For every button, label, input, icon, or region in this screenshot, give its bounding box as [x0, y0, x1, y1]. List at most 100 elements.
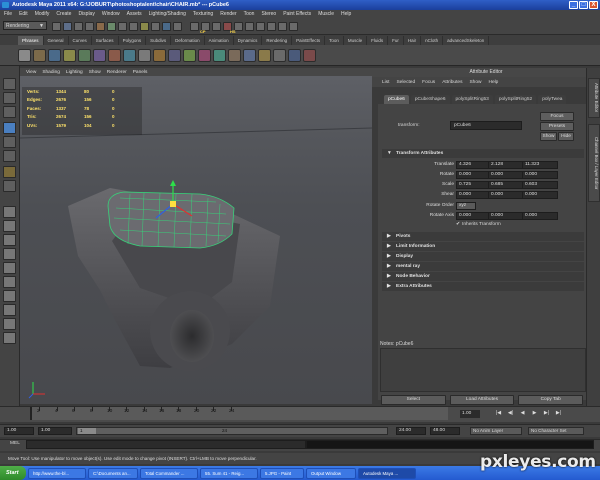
attr-field-translate-y[interactable]: 2.128 — [488, 161, 524, 169]
taskbar-item[interactable]: Output Window — [306, 467, 356, 479]
ae-menu-list[interactable]: List — [382, 80, 389, 85]
ae-tab-pcubeshape6[interactable]: pCubeShape6 — [410, 94, 450, 104]
select-button[interactable]: Select — [381, 395, 446, 405]
lasso-tool-icon[interactable] — [3, 92, 16, 104]
menu-item-toon[interactable]: Toon — [244, 11, 255, 17]
ae-menu-focus[interactable]: Focus — [422, 80, 435, 85]
shelf-tab-hair[interactable]: Hair — [404, 35, 422, 45]
menu-item-help[interactable]: Help — [341, 11, 351, 17]
status-icon[interactable] — [267, 22, 276, 31]
menu-item-file[interactable]: File — [4, 11, 12, 17]
section-mental-ray[interactable]: ▶ mental ray — [382, 262, 584, 271]
taskbar-item[interactable]: 55. Sum 41 - Reig... — [200, 467, 258, 479]
shelf-tool-icon[interactable] — [168, 48, 181, 62]
menu-item-assets[interactable]: Assets — [127, 11, 142, 17]
shelf-tool-icon[interactable] — [78, 48, 91, 62]
scale-tool-icon[interactable] — [3, 150, 16, 162]
shelf-tab-polygons[interactable]: Polygons — [119, 35, 147, 45]
layout-two-icon[interactable] — [3, 276, 16, 288]
shelf-tool-icon[interactable] — [153, 48, 166, 62]
shelf-tab-dynamics[interactable]: Dynamics — [234, 35, 263, 45]
layout-graph-icon[interactable] — [3, 332, 16, 344]
shelf-tool-icon[interactable] — [213, 48, 226, 62]
end-time-field[interactable]: 48.00 — [430, 427, 460, 435]
rotate-axis-field-y[interactable]: 0.000 — [488, 212, 524, 220]
shelf-tab-deformation[interactable]: Deformation — [171, 35, 205, 45]
status-icon[interactable] — [278, 22, 287, 31]
viewport-menu-lighting[interactable]: Lighting — [66, 70, 83, 75]
ae-tab-polysplitring52[interactable]: polySplitRing52 — [494, 94, 537, 104]
ae-menu-selected[interactable]: Selected — [396, 80, 415, 85]
shelf-tool-icon[interactable] — [123, 48, 136, 62]
status-icon[interactable] — [52, 22, 61, 31]
copy-tab-button[interactable]: Copy Tab — [518, 395, 584, 405]
shelf-tab-fur[interactable]: Fur — [388, 35, 404, 45]
focus-button[interactable]: Focus — [540, 112, 574, 121]
layout-three-icon[interactable] — [3, 290, 16, 302]
playback-end-field[interactable]: 24.00 — [396, 427, 426, 435]
rotate-order-dropdown[interactable]: xyz — [456, 202, 476, 210]
menu-item-paint-effects[interactable]: Paint Effects — [283, 11, 311, 17]
playback-button-icon[interactable]: ▶ — [530, 409, 539, 418]
shelf-tab-subdivs[interactable]: Subdivs — [146, 35, 172, 45]
menu-item-window[interactable]: Window — [102, 11, 120, 17]
attr-field-translate-z[interactable]: 11.323 — [522, 161, 558, 169]
shelf-tool-icon[interactable] — [108, 48, 121, 62]
current-time-field[interactable]: 1.00 — [460, 410, 480, 418]
menu-item-edit[interactable]: Edit — [19, 11, 28, 17]
taskbar-item[interactable]: C:\Documents an... — [88, 467, 138, 479]
layout-persp-outliner-icon[interactable] — [3, 248, 16, 260]
menu-item-muscle[interactable]: Muscle — [318, 11, 334, 17]
status-icon[interactable] — [173, 22, 182, 31]
start-time-field[interactable]: 1.00 — [4, 427, 34, 435]
rotate-tool-icon[interactable] — [3, 136, 16, 148]
shelf-tool-icon[interactable] — [183, 48, 196, 62]
status-icon[interactable] — [85, 22, 94, 31]
attribute-editor-vertical-tab[interactable]: Attribute Editor — [588, 78, 600, 118]
status-icon[interactable] — [129, 22, 138, 31]
attr-field-rotate-z[interactable]: 0.000 — [522, 171, 558, 179]
move-tool-icon[interactable] — [3, 122, 16, 134]
range-slider-track[interactable] — [76, 427, 388, 435]
ae-menu-attributes[interactable]: Attributes — [442, 80, 462, 85]
rotate-axis-field-x[interactable]: 0.000 — [456, 212, 492, 220]
shelf-tab-painteffects[interactable]: PaintEffects — [292, 35, 326, 45]
status-icon[interactable] — [190, 22, 199, 31]
close-button[interactable]: X — [589, 1, 598, 9]
layout-single-icon[interactable] — [3, 206, 16, 218]
notes-field[interactable] — [380, 348, 586, 392]
transform-name-field[interactable]: pCube6 — [450, 121, 522, 130]
attr-field-shear-x[interactable]: 0.000 — [456, 191, 492, 199]
time-ruler[interactable]: 2 4 6 8 10 12 14 16 18 20 22 24 — [30, 407, 448, 420]
presets-button[interactable]: Presets — [540, 122, 574, 131]
shelf-tool-icon[interactable] — [18, 48, 31, 62]
channel-box-vertical-tab[interactable]: Channel Box / Layer Editor — [588, 124, 600, 202]
section-limit-information[interactable]: ▶ Limit Information — [382, 242, 584, 251]
viewport-menu-show[interactable]: Show — [89, 70, 101, 75]
shelf-tab-animation[interactable]: Animation — [205, 35, 234, 45]
shelf-tab-phrases[interactable]: Phrases — [18, 35, 44, 45]
taskbar-item[interactable]: http://www.the-bl... — [28, 467, 86, 479]
section-extra-attributes[interactable]: ▶ Extra Attributes — [382, 282, 584, 291]
status-icon[interactable] — [212, 22, 221, 31]
ae-menu-help[interactable]: Help — [488, 80, 498, 85]
status-icon[interactable] — [118, 22, 127, 31]
status-icon[interactable] — [162, 22, 171, 31]
command-input[interactable] — [26, 440, 306, 449]
shelf-tool-icon[interactable] — [303, 48, 316, 62]
shelf-tool-icon[interactable] — [63, 48, 76, 62]
select-tool-icon[interactable] — [3, 78, 16, 90]
load-attributes-button[interactable]: Load Attributes — [449, 395, 515, 405]
shelf-tool-icon[interactable] — [138, 48, 151, 62]
attr-field-rotate-x[interactable]: 0.000 — [456, 171, 492, 179]
menu-item-display[interactable]: Display — [78, 11, 94, 17]
ae-menu-show[interactable]: Show — [469, 80, 481, 85]
viewport-menu-view[interactable]: View — [26, 70, 36, 75]
attr-field-scale-y[interactable]: 0.685 — [488, 181, 524, 189]
menu-item-create[interactable]: Create — [56, 11, 71, 17]
layout-custom-icon[interactable] — [3, 304, 16, 316]
shelf-tab-general[interactable]: General — [44, 35, 69, 45]
ae-tab-polytwea[interactable]: polyTwea — [538, 94, 567, 104]
rotate-axis-field-z[interactable]: 0.000 — [522, 212, 558, 220]
status-icon[interactable] — [74, 22, 83, 31]
